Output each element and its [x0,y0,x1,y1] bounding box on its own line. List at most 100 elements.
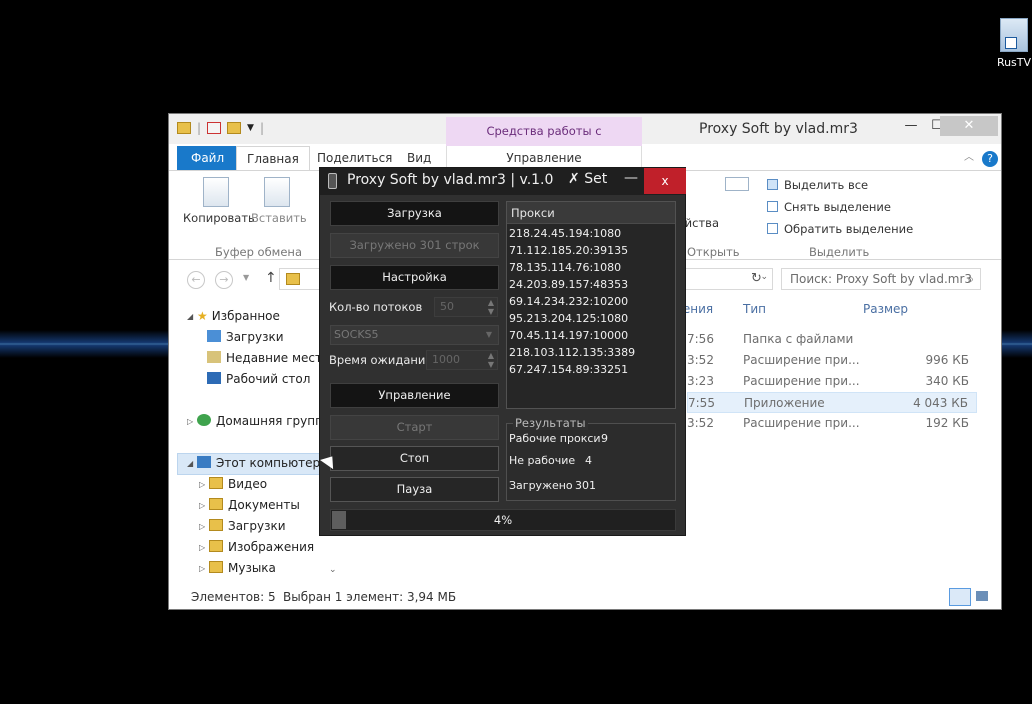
loaded-row: Загружено 301 [509,479,596,492]
customize-qat-icon[interactable]: ▼ [247,123,254,133]
back-icon[interactable]: ← [187,271,205,289]
explorer-window-title: Proxy Soft by vlad.mr3 [699,121,858,137]
app-tools-title: Средства работы с приложениями [446,117,642,167]
recent-locations-icon[interactable]: ▼ [243,273,249,282]
properties-icon[interactable] [207,122,222,134]
refresh-icon[interactable]: ↻ [751,271,762,286]
large-icons-view-icon[interactable] [973,588,991,606]
desktop-icon-label: RusTV [996,56,1032,69]
proxy-list-item[interactable]: 71.112.185.20:39135 [507,242,675,259]
recent-places-icon [207,351,221,363]
column-size[interactable]: Размер [863,302,908,316]
clipboard-group-label: Буфер обмена [215,245,303,259]
proxy-list-item[interactable]: 95.213.204.125:1080 [507,310,675,327]
proxy-list-item[interactable]: 24.203.89.157:48353 [507,276,675,293]
desktop-icon [207,372,221,384]
close-button[interactable]: ✕ [940,116,998,136]
results-title: Результаты [513,416,588,430]
invert-selection-icon [767,223,778,234]
help-icon[interactable]: ? [972,146,1008,170]
homegroup-icon [197,414,211,426]
stop-button[interactable]: Стоп [330,446,499,471]
tab-file[interactable]: Файл [177,146,239,170]
proxy-titlebar: Proxy Soft by vlad.mr3 | v.1.0 ✗ Set — x [320,168,686,195]
proxy-list-item[interactable]: 218.103.112.135:3389 [507,344,675,361]
deselect-button[interactable]: Снять выделение [767,200,891,214]
copy-icon [203,177,229,207]
file-row[interactable]: 3:23 Расширение при... 340 КБ [687,371,977,392]
settings-button[interactable]: ✗ Set [568,171,607,187]
start-button[interactable]: Старт [330,415,499,440]
folder-icon[interactable] [177,122,191,134]
proxy-list-item[interactable]: 67.247.154.89:33251 [507,361,675,378]
progress-label: 4% [493,513,513,527]
nav-images[interactable]: Изображения [209,540,314,554]
open-dropdown-icon[interactable] [725,177,749,191]
settings-section-button[interactable]: Настройка [330,265,499,290]
nav-favorites[interactable]: ★ Избранное [197,309,280,323]
scroll-down-icon[interactable]: ⌄ [329,565,337,575]
file-row-selected[interactable]: 7:55 Приложение 4 043 КБ [687,392,977,413]
wrench-icon: ✗ [568,171,580,187]
up-icon[interactable]: ↑ [265,270,277,286]
forward-icon[interactable]: → [215,271,233,289]
app-logo-icon [328,173,337,189]
copy-label: Копировать [183,211,255,225]
nav-downloads[interactable]: Загрузки [207,330,284,344]
proxy-list[interactable]: Прокси 218.24.45.194:1080 71.112.185.20:3… [506,201,676,409]
desktop-icon-rustv[interactable]: RusTV [996,18,1032,69]
copy-button[interactable]: Копировать [183,177,255,225]
proxy-type-select[interactable]: SOCKS5 ▼ [330,325,499,345]
properties-label[interactable]: йства [681,216,719,230]
rustv-icon [1000,18,1028,52]
proxy-list-items: 218.24.45.194:1080 71.112.185.20:39135 78.… [507,224,675,378]
paste-icon [264,177,290,207]
stepper-arrows-icon[interactable]: ▲ ▼ [488,298,494,316]
file-row[interactable]: 3:52 Расширение при... 192 КБ [687,413,977,434]
selection-info: Выбран 1 элемент: 3,94 МБ [283,590,457,604]
proxy-list-item[interactable]: 70.45.114.197:10000 [507,327,675,344]
nav-recent[interactable]: Недавние места [207,351,329,365]
video-folder-icon [209,477,223,489]
nav-video[interactable]: Видео [209,477,267,491]
proxy-list-item[interactable]: 69.14.234.232:10200 [507,293,675,310]
nav-documents[interactable]: Документы [209,498,300,512]
load-button[interactable]: Загрузка [330,201,499,226]
column-type[interactable]: Тип [743,302,766,316]
nav-music[interactable]: Музыка [209,561,276,575]
deselect-icon [767,201,778,212]
proxy-list-item[interactable]: 218.24.45.194:1080 [507,225,675,242]
paste-label: Вставить [251,211,307,225]
timeout-stepper[interactable]: 1000 ▲ ▼ [426,350,498,370]
images-folder-icon [209,540,223,552]
documents-folder-icon [209,498,223,510]
dead-proxies-row: Не рабочие 4 [509,454,592,467]
quick-access-toolbar: | ▼ | [177,121,264,135]
nav-this-pc[interactable]: Этот компьютер [197,456,320,470]
proxy-minimize-button[interactable]: — [620,170,642,186]
loaded-lines-button[interactable]: Загружено 301 строк [330,233,499,258]
nav-homegroup[interactable]: Домашняя группа [197,414,330,428]
proxy-list-item[interactable]: 78.135.114.76:1080 [507,259,675,276]
pause-button[interactable]: Пауза [330,477,499,502]
new-folder-icon[interactable] [227,122,242,134]
stepper-arrows-icon[interactable]: ▲ ▼ [488,351,494,369]
nav-desktop[interactable]: Рабочий стол [207,372,310,386]
select-all-icon [767,179,778,190]
search-input[interactable]: Поиск: Proxy Soft by vlad.mr3 ⌕ [781,268,981,290]
control-section-button[interactable]: Управление [330,383,499,408]
file-row[interactable]: 3:52 Расширение при... 996 КБ [687,350,977,371]
progress-bar: 4% [330,509,676,531]
music-folder-icon [209,561,223,573]
details-view-icon[interactable] [949,588,971,606]
proxy-soft-window: Proxy Soft by vlad.mr3 | v.1.0 ✗ Set — x… [319,167,686,536]
select-all-button[interactable]: Выделить все [767,178,868,192]
paste-button[interactable]: Вставить [251,177,307,225]
tab-home[interactable]: Главная [236,146,310,171]
proxy-close-button[interactable]: x [644,168,686,194]
invert-selection-button[interactable]: Обратить выделение [767,222,913,236]
select-group-label: Выделить [809,245,870,259]
nav-downloads-pc[interactable]: Загрузки [209,519,286,533]
threads-stepper[interactable]: 50 ▲ ▼ [434,297,498,317]
file-row[interactable]: 7:56 Папка с файлами [687,329,977,350]
